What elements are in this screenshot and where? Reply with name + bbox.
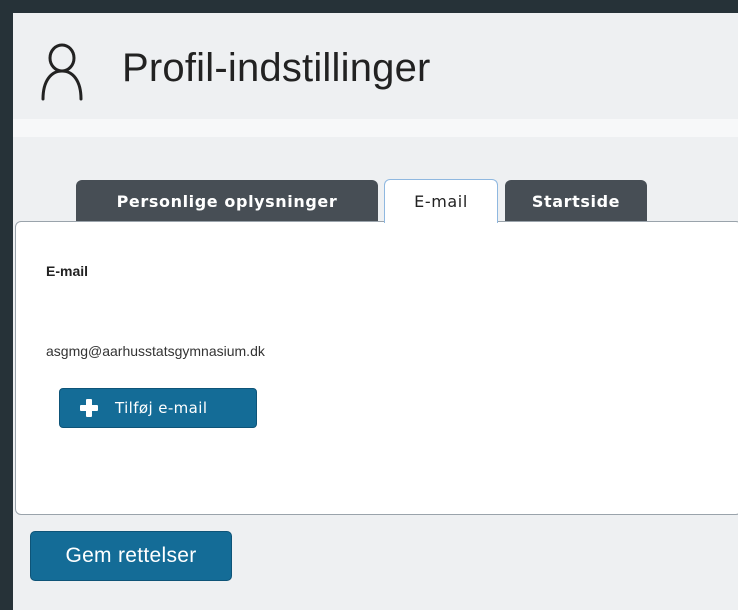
page-header: Profil-indstillinger [13, 13, 738, 119]
user-icon [41, 43, 83, 101]
add-email-button[interactable]: Tilføj e-mail [59, 388, 257, 428]
tab-startpage[interactable]: Startside [505, 180, 647, 222]
save-changes-button[interactable]: Gem rettelser [30, 531, 232, 581]
plus-icon [80, 399, 98, 417]
header-divider [13, 119, 738, 137]
email-section-label: E-mail [46, 263, 89, 279]
tab-personal-info[interactable]: Personlige oplysninger [76, 180, 378, 222]
email-address: asgmg@aarhusstatsgymnasium.dk [46, 343, 265, 359]
add-email-label: Tilføj e-mail [115, 399, 208, 417]
page-title: Profil-indstillinger [122, 46, 431, 90]
tab-email[interactable]: E-mail [384, 179, 498, 223]
email-card: E-mail asgmg@aarhusstatsgymnasium.dk Til… [15, 221, 738, 515]
